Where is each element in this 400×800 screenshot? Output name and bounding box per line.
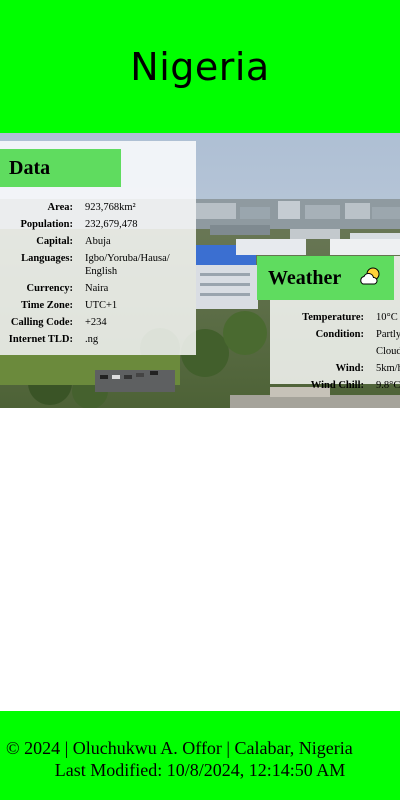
data-value: Igbo/Yoruba/Hausa/ English [85, 253, 170, 277]
data-row-internet-tld: Internet TLD: .ng [0, 331, 196, 348]
data-label: Calling Code: [10, 317, 73, 328]
data-row-calling-code: Calling Code: +234 [0, 314, 196, 331]
data-label: Time Zone: [20, 300, 73, 311]
weather-label: Wind Chill: [310, 380, 364, 391]
data-value: UTC+1 [85, 300, 118, 311]
site-header: Nigeria [0, 0, 400, 133]
data-label: Capital: [36, 236, 73, 247]
data-row-capital: Capital: Abuja [0, 233, 196, 250]
data-card-heading: Data [0, 149, 121, 187]
footer-copyright: © 2024 | Oluchukwu A. Offor | Calabar, N… [6, 738, 353, 758]
data-value: Naira [85, 283, 109, 294]
data-label: Area: [47, 202, 73, 213]
weather-value: 9.8°C [376, 380, 400, 391]
weather-label: Wind: [335, 363, 364, 374]
weather-row-condition: Condition: Partly Cloudy [270, 326, 400, 360]
data-label: Currency: [26, 283, 73, 294]
data-row-currency: Currency: Naira [0, 280, 196, 297]
data-label: Internet TLD: [8, 334, 73, 345]
weather-heading-text: Weather [268, 266, 342, 289]
partly-cloudy-icon [359, 266, 383, 294]
weather-row-temperature: Temperature: 10°C [270, 309, 400, 326]
weather-value: 5km/h [376, 363, 400, 374]
data-row-area: Area: 923,768km² [0, 199, 196, 216]
data-value: 232,679,478 [85, 219, 138, 230]
data-row-languages: Languages: Igbo/Yoruba/Hausa/ English [0, 250, 196, 280]
data-value: 923,768km² [85, 202, 136, 213]
weather-row-wind: Wind: 5km/h [270, 360, 400, 377]
weather-label: Condition: [315, 329, 364, 340]
data-value: +234 [85, 317, 107, 328]
data-value: .ng [85, 334, 99, 345]
data-row-time-zone: Time Zone: UTC+1 [0, 297, 196, 314]
data-label: Languages: [21, 253, 73, 264]
data-label: Population: [20, 219, 73, 230]
page-title: Nigeria [130, 44, 270, 89]
data-list: Area: 923,768km² Population: 232,679,478… [0, 199, 196, 348]
weather-card-heading: Weather [257, 256, 394, 300]
footer-last-modified: Last Modified: 10/8/2024, 12:14:50 AM [54, 760, 346, 780]
data-row-population: Population: 232,679,478 [0, 216, 196, 233]
weather-list: Temperature: 10°C Condition: Partly Clou… [270, 309, 400, 394]
weather-label: Temperature: [302, 312, 364, 323]
weather-value: 10°C [376, 312, 398, 323]
site-footer: © 2024 | Oluchukwu A. Offor | Calabar, N… [0, 711, 400, 800]
weather-value: Partly Cloudy [376, 329, 400, 357]
data-value: Abuja [85, 236, 111, 247]
weather-row-wind-chill: Wind Chill: 9.8°C [270, 377, 400, 394]
